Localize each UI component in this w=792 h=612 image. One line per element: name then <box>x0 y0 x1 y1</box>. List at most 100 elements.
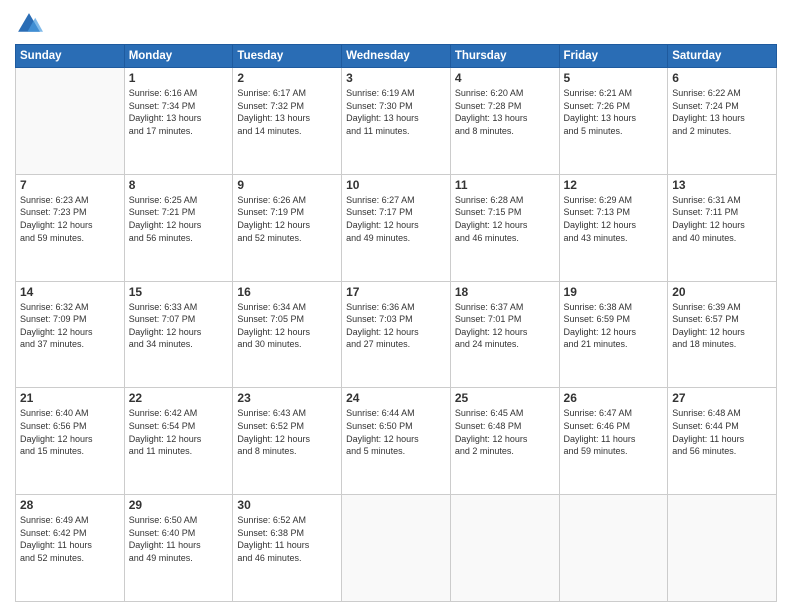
day-cell: 27 Sunrise: 6:48 AM Sunset: 6:44 PM Dayli… <box>668 388 777 495</box>
logo <box>15 10 47 38</box>
day-info: Sunrise: 6:47 AM Sunset: 6:46 PM Dayligh… <box>564 407 664 457</box>
day-number: 28 <box>20 498 120 512</box>
day-info: Sunrise: 6:20 AM Sunset: 7:28 PM Dayligh… <box>455 87 555 137</box>
day-cell: 13Sunrise: 6:31 AM Sunset: 7:11 PM Dayli… <box>668 174 777 281</box>
week-row-4: 21 Sunrise: 6:40 AM Sunset: 6:56 PM Dayli… <box>16 388 777 495</box>
day-info: Sunrise: 6:26 AM Sunset: 7:19 PM Dayligh… <box>237 194 337 244</box>
day-info: Sunrise: 6:33 AM Sunset: 7:07 PM Dayligh… <box>129 301 229 351</box>
day-cell <box>342 495 451 602</box>
day-cell: 28 Sunrise: 6:49 AM Sunset: 6:42 PM Dayli… <box>16 495 125 602</box>
day-cell: 1Sunrise: 6:16 AM Sunset: 7:34 PM Daylig… <box>124 68 233 175</box>
week-row-5: 28 Sunrise: 6:49 AM Sunset: 6:42 PM Dayli… <box>16 495 777 602</box>
day-cell: 8 Sunrise: 6:25 AM Sunset: 7:21 PM Daylig… <box>124 174 233 281</box>
day-number: 18 <box>455 285 555 299</box>
week-row-2: 7 Sunrise: 6:23 AM Sunset: 7:23 PM Daylig… <box>16 174 777 281</box>
day-info: Sunrise: 6:28 AM Sunset: 7:15 PM Dayligh… <box>455 194 555 244</box>
day-number: 25 <box>455 391 555 405</box>
day-info: Sunrise: 6:49 AM Sunset: 6:42 PM Dayligh… <box>20 514 120 564</box>
day-cell: 14 Sunrise: 6:32 AM Sunset: 7:09 PM Dayli… <box>16 281 125 388</box>
day-info: Sunrise: 6:34 AM Sunset: 7:05 PM Dayligh… <box>237 301 337 351</box>
day-number: 4 <box>455 71 555 85</box>
day-info: Sunrise: 6:36 AM Sunset: 7:03 PM Dayligh… <box>346 301 446 351</box>
day-info: Sunrise: 6:29 AM Sunset: 7:13 PM Dayligh… <box>564 194 664 244</box>
day-info: Sunrise: 6:38 AM Sunset: 6:59 PM Dayligh… <box>564 301 664 351</box>
day-info: Sunrise: 6:27 AM Sunset: 7:17 PM Dayligh… <box>346 194 446 244</box>
day-cell <box>559 495 668 602</box>
day-number: 1 <box>129 71 229 85</box>
day-number: 9 <box>237 178 337 192</box>
day-number: 24 <box>346 391 446 405</box>
header <box>15 10 777 38</box>
logo-icon <box>15 10 43 38</box>
day-info: Sunrise: 6:25 AM Sunset: 7:21 PM Dayligh… <box>129 194 229 244</box>
day-number: 26 <box>564 391 664 405</box>
day-number: 2 <box>237 71 337 85</box>
day-cell: 29Sunrise: 6:50 AM Sunset: 6:40 PM Dayli… <box>124 495 233 602</box>
day-number: 20 <box>672 285 772 299</box>
weekday-header-sunday: Sunday <box>16 45 125 68</box>
day-cell: 9 Sunrise: 6:26 AM Sunset: 7:19 PM Daylig… <box>233 174 342 281</box>
day-cell: 21 Sunrise: 6:40 AM Sunset: 6:56 PM Dayli… <box>16 388 125 495</box>
day-cell: 19 Sunrise: 6:38 AM Sunset: 6:59 PM Dayli… <box>559 281 668 388</box>
day-info: Sunrise: 6:52 AM Sunset: 6:38 PM Dayligh… <box>237 514 337 564</box>
week-row-1: 1Sunrise: 6:16 AM Sunset: 7:34 PM Daylig… <box>16 68 777 175</box>
day-info: Sunrise: 6:32 AM Sunset: 7:09 PM Dayligh… <box>20 301 120 351</box>
weekday-header-row: SundayMondayTuesdayWednesdayThursdayFrid… <box>16 45 777 68</box>
day-cell: 24 Sunrise: 6:44 AM Sunset: 6:50 PM Dayli… <box>342 388 451 495</box>
day-number: 5 <box>564 71 664 85</box>
day-cell: 3Sunrise: 6:19 AM Sunset: 7:30 PM Daylig… <box>342 68 451 175</box>
day-number: 8 <box>129 178 229 192</box>
day-info: Sunrise: 6:42 AM Sunset: 6:54 PM Dayligh… <box>129 407 229 457</box>
day-info: Sunrise: 6:21 AM Sunset: 7:26 PM Dayligh… <box>564 87 664 137</box>
day-info: Sunrise: 6:37 AM Sunset: 7:01 PM Dayligh… <box>455 301 555 351</box>
day-number: 27 <box>672 391 772 405</box>
day-number: 17 <box>346 285 446 299</box>
calendar: SundayMondayTuesdayWednesdayThursdayFrid… <box>15 44 777 602</box>
weekday-header-tuesday: Tuesday <box>233 45 342 68</box>
day-number: 10 <box>346 178 446 192</box>
day-cell: 15 Sunrise: 6:33 AM Sunset: 7:07 PM Dayli… <box>124 281 233 388</box>
page: SundayMondayTuesdayWednesdayThursdayFrid… <box>0 0 792 612</box>
day-info: Sunrise: 6:17 AM Sunset: 7:32 PM Dayligh… <box>237 87 337 137</box>
weekday-header-friday: Friday <box>559 45 668 68</box>
day-cell: 30 Sunrise: 6:52 AM Sunset: 6:38 PM Dayli… <box>233 495 342 602</box>
day-info: Sunrise: 6:48 AM Sunset: 6:44 PM Dayligh… <box>672 407 772 457</box>
day-info: Sunrise: 6:44 AM Sunset: 6:50 PM Dayligh… <box>346 407 446 457</box>
day-number: 29 <box>129 498 229 512</box>
day-info: Sunrise: 6:40 AM Sunset: 6:56 PM Dayligh… <box>20 407 120 457</box>
day-info: Sunrise: 6:45 AM Sunset: 6:48 PM Dayligh… <box>455 407 555 457</box>
day-cell: 11Sunrise: 6:28 AM Sunset: 7:15 PM Dayli… <box>450 174 559 281</box>
day-number: 22 <box>129 391 229 405</box>
day-info: Sunrise: 6:22 AM Sunset: 7:24 PM Dayligh… <box>672 87 772 137</box>
day-number: 23 <box>237 391 337 405</box>
weekday-header-saturday: Saturday <box>668 45 777 68</box>
day-cell: 17 Sunrise: 6:36 AM Sunset: 7:03 PM Dayli… <box>342 281 451 388</box>
day-cell: 20 Sunrise: 6:39 AM Sunset: 6:57 PM Dayli… <box>668 281 777 388</box>
day-number: 12 <box>564 178 664 192</box>
day-cell: 5 Sunrise: 6:21 AM Sunset: 7:26 PM Daylig… <box>559 68 668 175</box>
day-number: 15 <box>129 285 229 299</box>
day-info: Sunrise: 6:39 AM Sunset: 6:57 PM Dayligh… <box>672 301 772 351</box>
weekday-header-wednesday: Wednesday <box>342 45 451 68</box>
day-cell: 7 Sunrise: 6:23 AM Sunset: 7:23 PM Daylig… <box>16 174 125 281</box>
day-cell <box>450 495 559 602</box>
day-cell: 25 Sunrise: 6:45 AM Sunset: 6:48 PM Dayli… <box>450 388 559 495</box>
day-info: Sunrise: 6:19 AM Sunset: 7:30 PM Dayligh… <box>346 87 446 137</box>
day-cell: 16 Sunrise: 6:34 AM Sunset: 7:05 PM Dayli… <box>233 281 342 388</box>
day-number: 21 <box>20 391 120 405</box>
weekday-header-thursday: Thursday <box>450 45 559 68</box>
day-number: 30 <box>237 498 337 512</box>
day-cell: 22 Sunrise: 6:42 AM Sunset: 6:54 PM Dayli… <box>124 388 233 495</box>
day-cell: 2 Sunrise: 6:17 AM Sunset: 7:32 PM Daylig… <box>233 68 342 175</box>
day-number: 7 <box>20 178 120 192</box>
day-cell: 26 Sunrise: 6:47 AM Sunset: 6:46 PM Dayli… <box>559 388 668 495</box>
day-cell: 23Sunrise: 6:43 AM Sunset: 6:52 PM Dayli… <box>233 388 342 495</box>
day-cell: 10 Sunrise: 6:27 AM Sunset: 7:17 PM Dayli… <box>342 174 451 281</box>
day-number: 19 <box>564 285 664 299</box>
week-row-3: 14 Sunrise: 6:32 AM Sunset: 7:09 PM Dayli… <box>16 281 777 388</box>
day-cell: 12 Sunrise: 6:29 AM Sunset: 7:13 PM Dayli… <box>559 174 668 281</box>
day-cell: 6Sunrise: 6:22 AM Sunset: 7:24 PM Daylig… <box>668 68 777 175</box>
day-number: 14 <box>20 285 120 299</box>
day-info: Sunrise: 6:23 AM Sunset: 7:23 PM Dayligh… <box>20 194 120 244</box>
day-number: 16 <box>237 285 337 299</box>
